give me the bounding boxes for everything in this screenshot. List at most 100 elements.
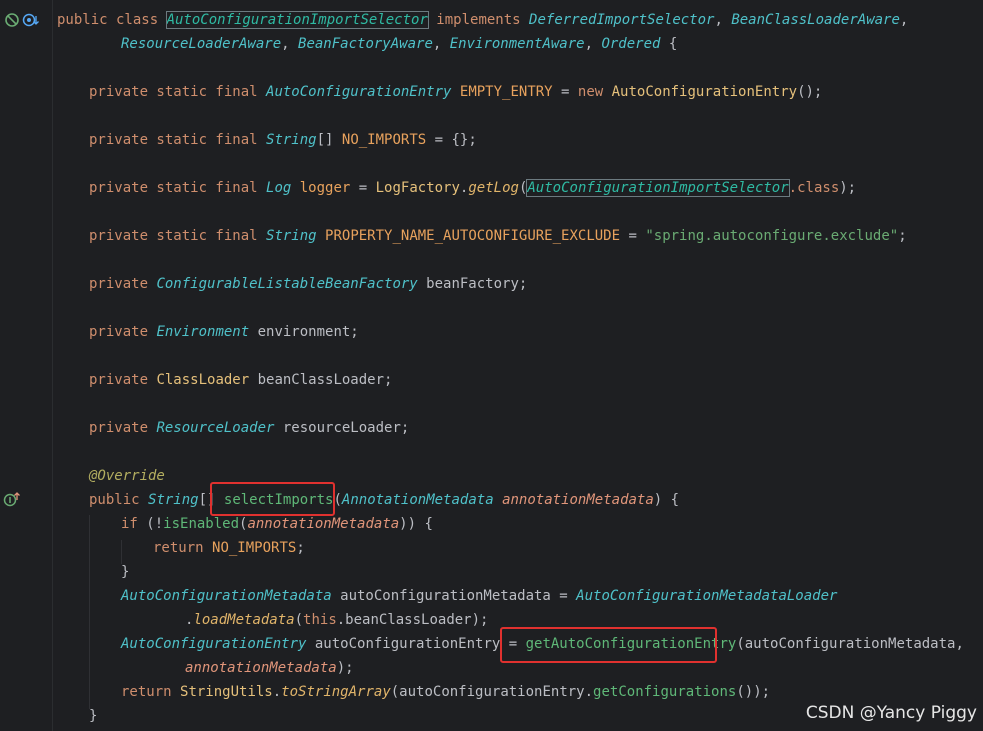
- code-token: new: [577, 84, 612, 100]
- code-token: ResourceLoaderAware: [121, 36, 282, 52]
- code-token: EnvironmentAware: [449, 36, 585, 52]
- code-token: =: [620, 228, 646, 244]
- code-token: getConfigurations: [593, 684, 737, 700]
- code-token: = {};: [426, 132, 477, 148]
- code-token: if: [121, 516, 147, 532]
- highlight-box-get-auto-configuration-entry: [500, 627, 717, 663]
- code-token: getLog: [468, 180, 519, 196]
- code-line[interactable]: return NO_IMPORTS;: [153, 536, 305, 560]
- code-line[interactable]: public class AutoConfigurationImportSele…: [57, 8, 908, 32]
- code-token: public class: [57, 12, 167, 28]
- code-token: ,: [281, 36, 299, 52]
- code-line[interactable]: private ClassLoader beanClassLoader;: [89, 368, 392, 392]
- code-token: AutoConfigurationEntry: [266, 84, 452, 100]
- code-token: );: [839, 180, 857, 196]
- code-token: ConfigurableListableBeanFactory: [156, 276, 418, 292]
- code-token: ;: [898, 228, 907, 244]
- no-entry-icon[interactable]: [4, 12, 20, 28]
- code-token: AutoConfigurationImportSelector: [526, 179, 790, 197]
- code-token: []: [316, 132, 342, 148]
- code-token: private static final: [89, 132, 267, 148]
- code-token: Log: [266, 180, 292, 196]
- code-token: .beanClassLoader);: [336, 612, 489, 628]
- code-token: ) {: [653, 492, 680, 508]
- code-line[interactable]: .loadMetadata(this.beanClassLoader);: [185, 608, 488, 632]
- code-token: annotationMetadata: [185, 660, 337, 676]
- code-line[interactable]: private ConfigurableListableBeanFactory …: [89, 272, 527, 296]
- code-token: );: [336, 660, 354, 676]
- code-token: ());: [736, 684, 771, 700]
- code-token: isEnabled: [163, 516, 240, 532]
- code-token: ,: [714, 12, 732, 28]
- code-token: @Override: [89, 468, 165, 484]
- code-token: BeanFactoryAware: [298, 36, 433, 52]
- code-token: AutoConfigurationMetadata: [121, 588, 332, 604]
- code-token: ;: [296, 540, 305, 556]
- code-line[interactable]: annotationMetadata);: [185, 656, 354, 680]
- code-token: return: [153, 540, 213, 556]
- code-token: ,: [899, 12, 909, 28]
- code-token: loadMetadata: [193, 612, 295, 628]
- watermark: CSDN @Yancy Piggy: [805, 703, 977, 723]
- code-token: DeferredImportSelector: [529, 12, 715, 28]
- code-line[interactable]: public String[] selectImports(Annotation…: [89, 488, 679, 512]
- code-token: =: [552, 84, 578, 100]
- code-token: private: [89, 420, 157, 436]
- code-token: ClassLoader: [156, 372, 250, 388]
- code-token: annotationMetadata: [247, 516, 400, 532]
- editor-gutter: [0, 0, 52, 731]
- code-token: (: [294, 612, 304, 628]
- code-token: (autoConfigurationMetadata,: [736, 636, 964, 652]
- code-token: String: [266, 132, 317, 148]
- code-token: =: [350, 180, 376, 196]
- code-token: autoConfigurationEntry =: [306, 636, 526, 652]
- code-token: (autoConfigurationEntry.: [390, 684, 594, 700]
- code-token: "spring.autoconfigure.exclude": [645, 228, 899, 244]
- code-token: NO_IMPORTS: [341, 132, 427, 148]
- code-token: BeanClassLoaderAware: [731, 12, 900, 28]
- code-token: AutoConfigurationEntry: [121, 636, 307, 652]
- code-line[interactable]: private static final String PROPERTY_NAM…: [89, 224, 907, 248]
- code-token: private static final: [89, 180, 267, 196]
- code-token: NO_IMPORTS: [212, 540, 297, 556]
- code-token: ();: [797, 84, 823, 100]
- code-line[interactable]: private static final AutoConfigurationEn…: [89, 80, 822, 104]
- code-line[interactable]: @Override: [89, 464, 165, 488]
- code-line[interactable]: }: [121, 560, 129, 584]
- code-token: .: [272, 684, 282, 700]
- code-line[interactable]: AutoConfigurationMetadata autoConfigurat…: [121, 584, 837, 608]
- code-token: AutoConfigurationImportSelector: [165, 11, 429, 29]
- code-token: PROPERTY_NAME_AUTOCONFIGURE_EXCLUDE: [325, 228, 621, 244]
- code-line[interactable]: private ResourceLoader resourceLoader;: [89, 416, 409, 440]
- code-line[interactable]: private Environment environment;: [89, 320, 359, 344]
- code-token: beanFactory;: [417, 276, 528, 292]
- code-token: AutoConfigurationMetadataLoader: [576, 588, 838, 604]
- code-token: .class: [788, 180, 840, 196]
- code-token: StringUtils: [180, 684, 273, 700]
- code-token: ,: [584, 36, 602, 52]
- code-token: annotationMetadata: [502, 492, 654, 508]
- code-token: resourceLoader;: [274, 420, 410, 436]
- code-token: this: [303, 612, 337, 628]
- code-token: String: [266, 228, 317, 244]
- code-line[interactable]: return StringUtils.toStringArray(autoCon…: [121, 680, 770, 704]
- code-line[interactable]: private static final String[] NO_IMPORTS…: [89, 128, 477, 152]
- code-token: String: [148, 492, 199, 508]
- code-token: implements: [427, 12, 530, 28]
- code-token: environment;: [249, 324, 359, 340]
- code-token: AutoConfigurationEntry: [611, 84, 798, 100]
- code-token: Ordered: [601, 36, 661, 52]
- code-line[interactable]: ResourceLoaderAware, BeanFactoryAware, E…: [121, 32, 677, 56]
- code-token: return: [121, 684, 181, 700]
- code-token: ,: [432, 36, 450, 52]
- code-token: private: [89, 324, 157, 340]
- code-line[interactable]: private static final Log logger = LogFac…: [89, 176, 856, 200]
- code-token: private static final: [89, 84, 267, 100]
- code-line[interactable]: }: [89, 704, 97, 728]
- override-icon[interactable]: [3, 491, 21, 507]
- code-token: (!: [146, 516, 164, 532]
- implements-icon[interactable]: [22, 12, 40, 28]
